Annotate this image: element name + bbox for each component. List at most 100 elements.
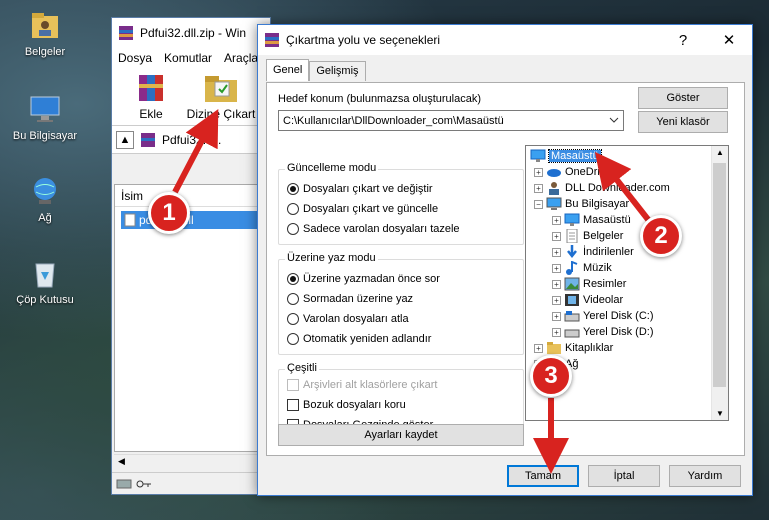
scrollbar-thumb[interactable]: [713, 163, 726, 387]
menu-commands[interactable]: Komutlar: [164, 51, 212, 65]
new-folder-button[interactable]: Yeni klasör: [638, 111, 728, 133]
desktop-icon-documents[interactable]: Belgeler: [5, 8, 85, 58]
update-option-freshen[interactable]: Sadece varolan dosyaları tazele: [287, 223, 460, 235]
expand-icon[interactable]: +: [534, 343, 543, 353]
radio-button[interactable]: [287, 183, 299, 195]
expand-icon[interactable]: +: [552, 311, 561, 321]
tree-item-libraries[interactable]: + Kitaplıklar: [534, 340, 613, 356]
winrar-path-bar: ▲ Pdfui32.dll.: [112, 126, 270, 154]
expand-icon[interactable]: +: [552, 247, 561, 257]
radio-button[interactable]: [287, 203, 299, 215]
tree-item-pictures[interactable]: + Resimler: [552, 276, 626, 292]
tree-label: İndirilenler: [583, 246, 634, 258]
update-option-update[interactable]: Dosyaları çıkart ve güncelle: [287, 203, 438, 215]
tree-item-disk-d[interactable]: + Yerel Disk (D:): [552, 324, 654, 340]
extract-to-button[interactable]: Dizine Çıkart: [186, 72, 256, 121]
column-name-header[interactable]: İsim: [115, 185, 267, 207]
winrar-icon: [265, 33, 279, 47]
dialog-tabs: Genel Gelişmiş: [266, 59, 366, 81]
tree-item-desktop[interactable]: Masaüstü: [530, 148, 602, 164]
step-badge-2: 2: [640, 215, 682, 257]
desktop-icon: [530, 149, 546, 162]
radio-button[interactable]: [287, 313, 299, 325]
expand-icon[interactable]: +: [552, 279, 561, 289]
help-title-button[interactable]: ?: [660, 25, 706, 55]
update-option-replace[interactable]: Dosyaları çıkart ve değiştir: [287, 183, 433, 195]
expand-icon[interactable]: +: [552, 295, 561, 305]
add-button[interactable]: Ekle: [120, 72, 182, 121]
dialog-title-bar[interactable]: Çıkartma yolu ve seçenekleri ? ✕: [258, 25, 752, 55]
tree-item-videos[interactable]: + Videolar: [552, 292, 623, 308]
tree-label: Müzik: [583, 262, 612, 274]
music-icon: [566, 261, 578, 275]
radio-button[interactable]: [287, 273, 299, 285]
winrar-icon: [119, 26, 133, 40]
tab-advanced[interactable]: Gelişmiş: [309, 61, 366, 81]
tree-vertical-scrollbar[interactable]: ▲ ▼: [711, 146, 728, 420]
tree-label: Resimler: [583, 278, 627, 290]
desktop-icon-label: Belgeler: [24, 46, 66, 58]
radio-button[interactable]: [287, 293, 299, 305]
document-icon: [566, 229, 578, 243]
chevron-down-icon[interactable]: [609, 115, 619, 125]
tree-item-onedrive[interactable]: + OneDrive: [534, 164, 611, 180]
cancel-button[interactable]: İptal: [588, 465, 660, 487]
expand-icon[interactable]: +: [534, 167, 543, 177]
scroll-up-icon[interactable]: ▲: [716, 148, 724, 157]
overwrite-option-without-prompt[interactable]: Sormadan üzerine yaz: [287, 293, 413, 305]
tree-item-documents[interactable]: + Belgeler: [552, 228, 623, 244]
desktop-icon-recycle-bin[interactable]: Çöp Kutusu: [5, 256, 85, 306]
winrar-title-bar[interactable]: Pdfui32.dll.zip - Win: [112, 18, 270, 48]
expand-icon[interactable]: +: [552, 263, 561, 273]
checkbox: [287, 379, 299, 391]
expand-icon[interactable]: +: [552, 231, 561, 241]
help-button[interactable]: Yardım: [669, 465, 741, 487]
checkbox[interactable]: [287, 399, 299, 411]
tab-general[interactable]: Genel: [266, 59, 310, 81]
key-icon: [136, 480, 151, 487]
computer-icon: [546, 197, 562, 210]
tree-item-this-pc[interactable]: − Bu Bilgisayar: [534, 196, 629, 212]
collapse-icon[interactable]: −: [534, 199, 543, 209]
archive-path: Pdfui32.dll.: [162, 132, 222, 147]
expand-icon[interactable]: +: [552, 327, 561, 337]
ok-button[interactable]: Tamam: [507, 465, 579, 487]
destination-path-combo[interactable]: C:\Kullanıcılar\DllDownloader_com\Masaüs…: [278, 110, 624, 131]
option-label: Varolan dosyaları atla: [303, 313, 409, 325]
radio-button[interactable]: [287, 333, 299, 345]
close-icon[interactable]: ✕: [706, 25, 752, 55]
desktop-icon-network[interactable]: Ağ: [5, 174, 85, 224]
tree-item-pc-desktop[interactable]: + Masaüstü: [552, 212, 631, 228]
show-button[interactable]: Göster: [638, 87, 728, 109]
menu-tools[interactable]: Araçla: [224, 51, 258, 65]
tree-label: Belgeler: [583, 230, 624, 242]
expand-icon[interactable]: +: [534, 183, 543, 193]
tree-label: Videolar: [583, 294, 624, 306]
horizontal-scrollbar[interactable]: ◀: [114, 454, 268, 470]
winrar-window: Pdfui32.dll.zip - Win Dosya Komutlar Ara…: [111, 17, 271, 495]
overwrite-option-skip[interactable]: Varolan dosyaları atla: [287, 313, 409, 325]
add-label: Ekle: [139, 107, 163, 121]
up-folder-icon[interactable]: ▲: [116, 130, 134, 149]
tree-item-downloads[interactable]: + İndirilenler: [552, 244, 634, 260]
overwrite-option-rename[interactable]: Otomatik yeniden adlandır: [287, 333, 431, 345]
option-label: Otomatik yeniden adlandır: [303, 333, 432, 345]
tree-item-disk-c[interactable]: + Yerel Disk (C:): [552, 308, 654, 324]
save-settings-button[interactable]: Ayarları kaydet: [278, 424, 524, 446]
drive-icon: [564, 311, 580, 322]
menu-file[interactable]: Dosya: [118, 51, 152, 65]
destination-label: Hedef konum (bulunmazsa oluşturulacak): [278, 93, 481, 105]
scroll-left-icon[interactable]: ◀: [118, 456, 125, 467]
user-icon: [549, 182, 559, 195]
overwrite-option-ask[interactable]: Üzerine yazmadan önce sor: [287, 273, 440, 285]
video-icon: [565, 294, 579, 306]
radio-button[interactable]: [287, 223, 299, 235]
tree-label: Yerel Disk (D:): [583, 326, 654, 338]
tree-item-music[interactable]: + Müzik: [552, 260, 612, 276]
expand-icon[interactable]: +: [552, 215, 561, 225]
desktop-icon-this-pc[interactable]: Bu Bilgisayar: [5, 92, 85, 142]
file-row[interactable]: pdfui32.dll: [121, 211, 261, 229]
keep-broken-files-option[interactable]: Bozuk dosyaları koru: [287, 399, 406, 411]
scroll-down-icon[interactable]: ▼: [716, 409, 724, 418]
tree-item-user[interactable]: + DLL Downloader.com: [534, 180, 670, 196]
